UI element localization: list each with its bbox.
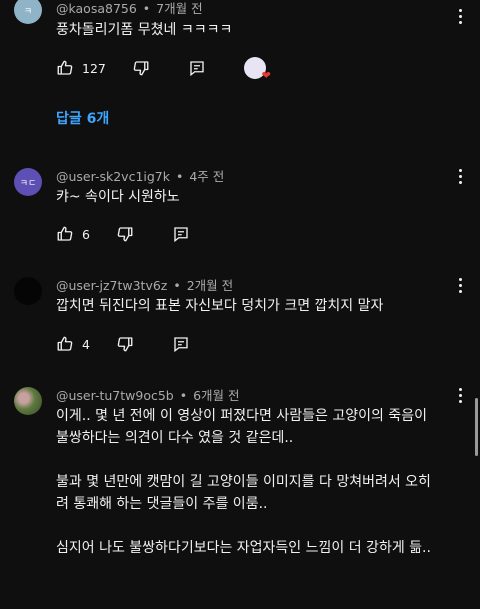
comment-actions: 4 <box>56 334 228 354</box>
comment-meta: @user-sk2vc1ig7k • 4주 전 <box>56 166 224 185</box>
comment-meta: @user-jz7tw3tv6z • 2개월 전 <box>56 275 233 294</box>
comment-time[interactable]: 6개월 전 <box>193 388 239 403</box>
comment-actions: 6 <box>56 224 228 244</box>
like-button[interactable]: 6 <box>56 225 90 243</box>
reply-button[interactable] <box>188 59 206 77</box>
author-name[interactable]: @kaosa8756 <box>56 1 137 16</box>
scrollbar-thumb[interactable] <box>475 398 478 456</box>
reply-icon <box>174 227 188 243</box>
comment-text: 깝치면 뒤진다의 표본 자신보다 덩치가 크면 깝치지 말자 <box>56 295 440 317</box>
comment-paragraph: 깝치면 뒤진다의 표본 자신보다 덩치가 크면 깝치지 말자 <box>56 298 384 314</box>
comment-paragraph: 캬~ 속이다 시원하노 <box>56 189 180 205</box>
comment-paragraph: 불과 몇 년만에 캣맘이 길 고양이들 이미지를 다 망쳐버려서 오히려 통쾌해… <box>56 474 431 512</box>
comment-text: 캬~ 속이다 시원하노 <box>56 186 440 208</box>
like-button[interactable]: 4 <box>56 335 90 353</box>
like-count: 6 <box>82 226 90 242</box>
comment-paragraph: 심지어 나도 불쌍하다기보다는 자업자득인 느낌이 더 강하게 듦.. <box>56 540 431 556</box>
comment-text: 풍차돌리기폼 무쳤네 ㅋㅋㅋㅋ <box>56 19 440 41</box>
avatar[interactable]: ㅋ <box>14 0 42 24</box>
dislike-button[interactable] <box>132 59 150 77</box>
thumb-up-icon <box>57 60 73 75</box>
avatar[interactable] <box>14 277 42 305</box>
avatar[interactable] <box>14 387 42 415</box>
thumb-up-icon <box>57 226 73 241</box>
avatar[interactable]: ㅋㄷ <box>14 168 42 196</box>
reply-icon <box>190 61 204 77</box>
separator: • <box>142 1 151 16</box>
creator-heart-badge: ❤ <box>243 57 271 81</box>
heart-icon: ❤ <box>261 69 271 82</box>
thumb-down-icon <box>117 337 133 352</box>
reply-button[interactable] <box>172 225 190 243</box>
more-options-icon[interactable] <box>450 166 470 186</box>
comment-actions: 127 ❤ <box>56 57 271 81</box>
author-name[interactable]: @user-sk2vc1ig7k <box>56 169 170 184</box>
thumb-up-icon <box>57 336 73 351</box>
like-button[interactable]: 127 <box>56 59 106 77</box>
separator: • <box>179 388 188 403</box>
like-count: 4 <box>82 336 90 352</box>
reply-icon <box>174 337 188 353</box>
author-name[interactable]: @user-jz7tw3tv6z <box>56 278 167 293</box>
view-replies-button[interactable]: 답글 6개 <box>56 108 109 128</box>
dislike-button[interactable] <box>116 335 134 353</box>
separator: • <box>173 278 181 293</box>
comment-text: 이게.. 몇 년 전에 이 영상이 퍼졌다면 사람들은 고양이의 죽음이 불쌍하… <box>56 405 440 559</box>
like-count: 127 <box>82 60 106 76</box>
more-options-icon[interactable] <box>450 275 470 295</box>
thumb-down-icon <box>117 227 133 242</box>
more-options-icon[interactable] <box>450 6 470 26</box>
thumb-down-icon <box>133 61 149 76</box>
comment-time[interactable]: 4주 전 <box>189 169 224 184</box>
comment-time[interactable]: 7개월 전 <box>156 1 202 16</box>
reply-button[interactable] <box>172 335 190 353</box>
author-name[interactable]: @user-tu7tw9oc5b <box>56 388 174 403</box>
comment-paragraph: 풍차돌리기폼 무쳤네 ㅋㅋㅋㅋ <box>56 22 233 38</box>
comment-meta: @user-tu7tw9oc5b • 6개월 전 <box>56 385 240 404</box>
comment-time[interactable]: 2개월 전 <box>187 278 233 293</box>
separator: • <box>176 169 184 184</box>
comment-meta: @kaosa8756 • 7개월 전 <box>56 0 203 17</box>
more-options-icon[interactable] <box>450 385 470 405</box>
comment-paragraph: 이게.. 몇 년 전에 이 영상이 퍼졌다면 사람들은 고양이의 죽음이 불쌍하… <box>56 408 427 446</box>
dislike-button[interactable] <box>116 225 134 243</box>
